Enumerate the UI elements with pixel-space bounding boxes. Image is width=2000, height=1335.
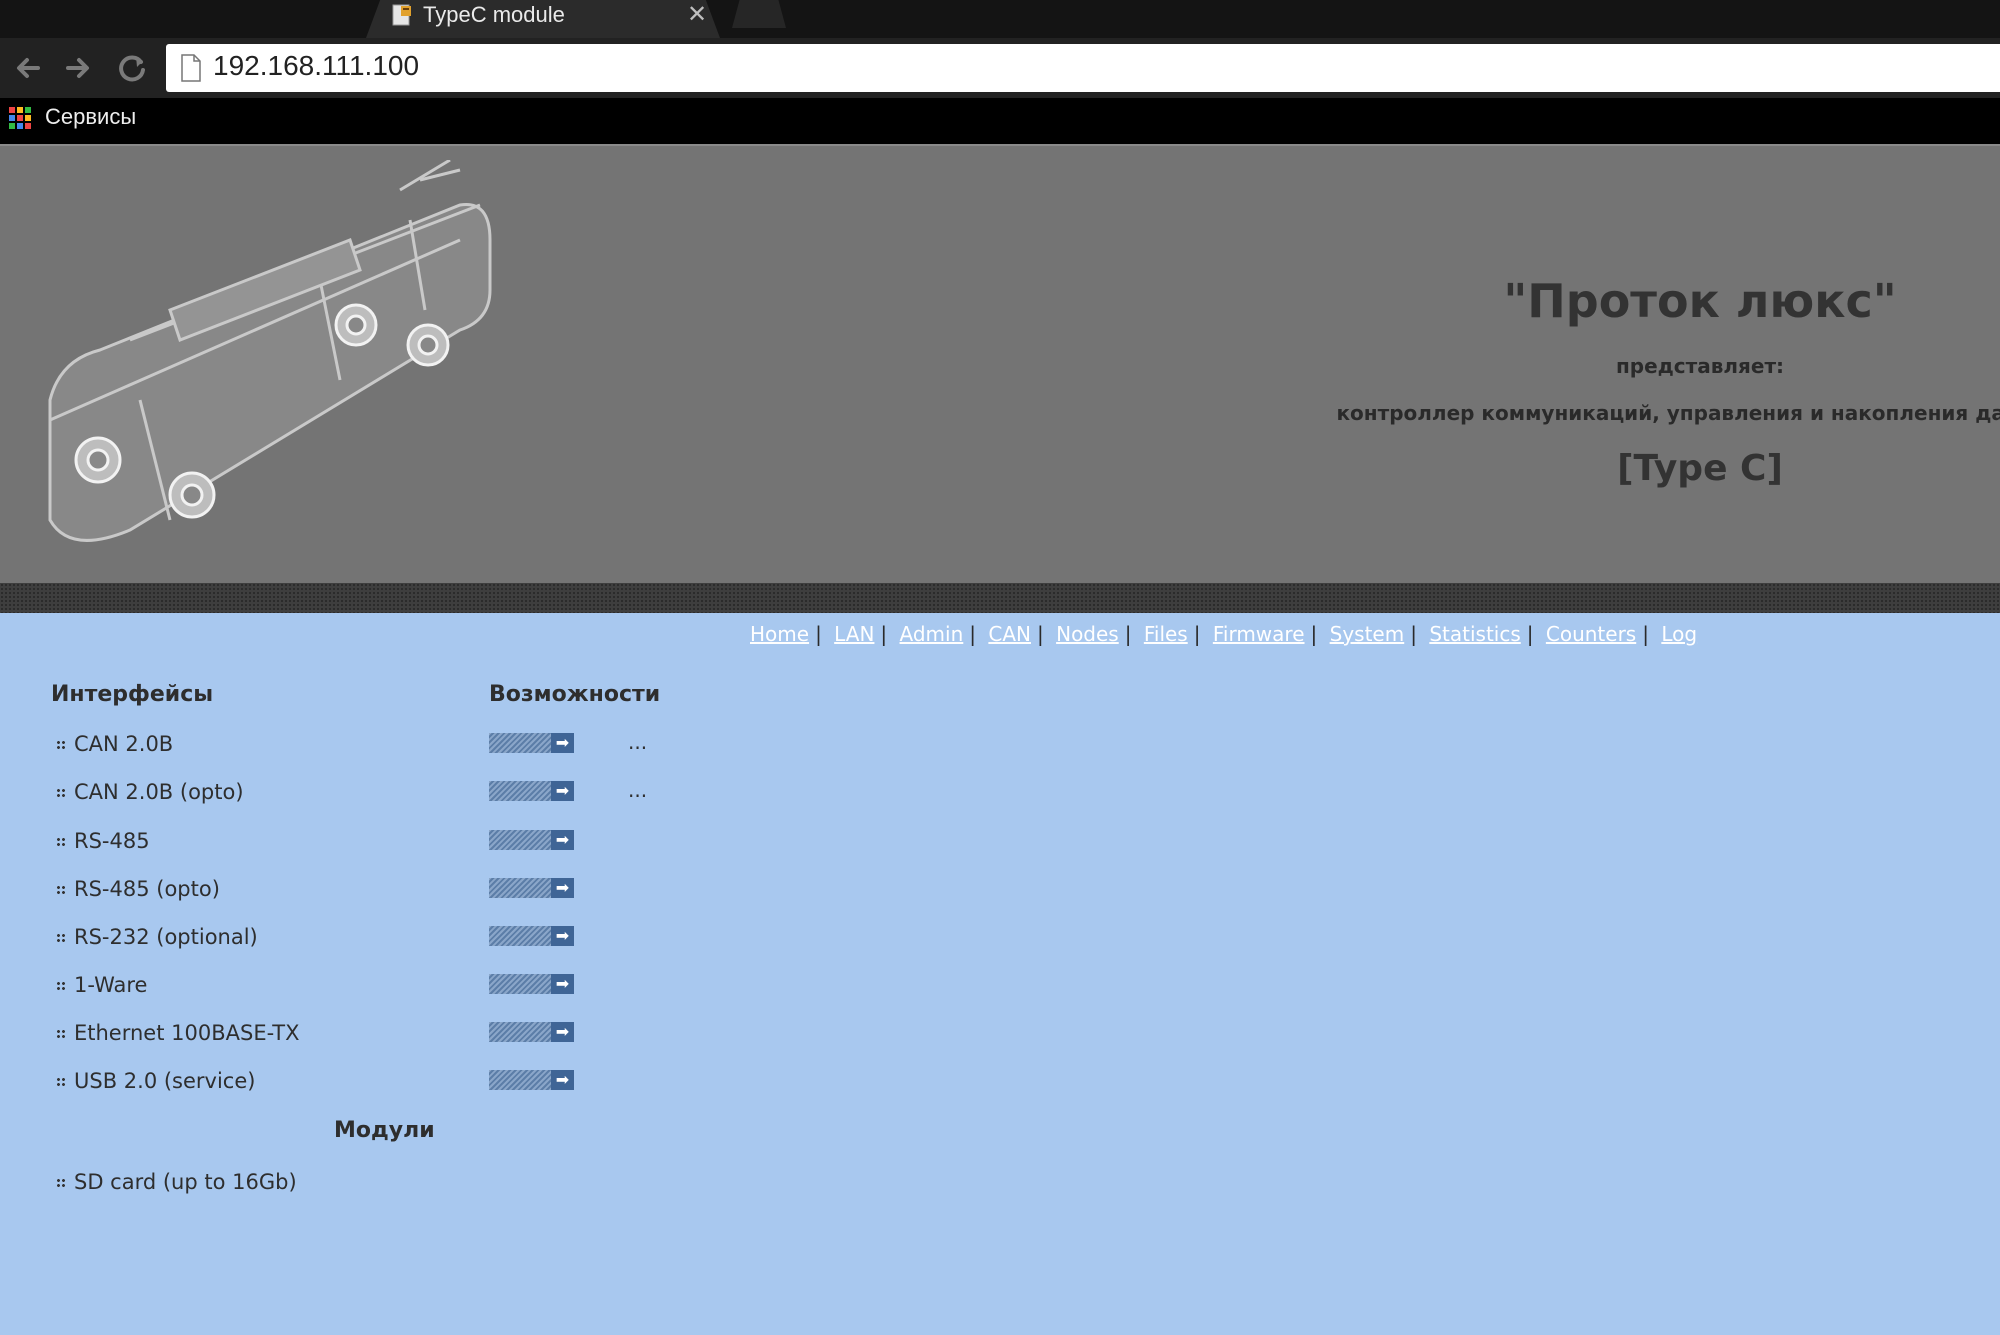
page-favicon-icon	[392, 4, 411, 26]
interface-label: RS-232 (optional)	[74, 925, 258, 949]
button-pattern	[489, 1022, 551, 1042]
nav-separator: |	[1642, 622, 1649, 646]
interface-go-button[interactable]: ➡	[489, 781, 574, 801]
nav-nodes[interactable]: Nodes	[1056, 622, 1119, 646]
nav-separator: |	[1193, 622, 1201, 646]
interface-item: RS-485 (opto)	[56, 877, 220, 907]
nav-separator: |	[1037, 622, 1044, 646]
interface-go-button[interactable]: ➡	[489, 926, 574, 946]
nav-lan[interactable]: LAN	[834, 622, 874, 646]
bullet-icon	[56, 981, 66, 991]
interface-go-button[interactable]: ➡	[489, 1022, 574, 1042]
nav-separator: |	[880, 622, 888, 646]
features-heading: Возможности	[489, 682, 661, 707]
back-arrow-icon[interactable]	[8, 48, 48, 88]
arrow-right-icon: ➡	[551, 878, 574, 898]
new-tab-button[interactable]	[732, 0, 786, 28]
url-text[interactable]: 192.168.111.100	[213, 50, 419, 82]
nav-log[interactable]: Log	[1661, 622, 1697, 646]
nav-files[interactable]: Files	[1144, 622, 1188, 646]
interface-label: USB 2.0 (service)	[74, 1069, 256, 1093]
button-pattern	[489, 733, 551, 753]
bullet-icon	[56, 933, 66, 943]
bullet-icon	[56, 740, 66, 750]
more-link[interactable]: ...	[628, 778, 647, 802]
button-pattern	[489, 926, 551, 946]
device-illustration	[48, 160, 492, 542]
nav-can[interactable]: CAN	[988, 622, 1031, 646]
nav-separator: |	[815, 622, 822, 646]
nav-counters[interactable]: Counters	[1546, 622, 1636, 646]
page-icon	[181, 54, 201, 82]
modules-heading: Модули	[334, 1118, 435, 1143]
button-pattern	[489, 878, 551, 898]
bullet-icon	[56, 1178, 66, 1188]
nav-separator: |	[1526, 622, 1534, 646]
arrow-right-icon: ➡	[551, 830, 574, 850]
interface-go-button[interactable]: ➡	[489, 733, 574, 753]
button-pattern	[489, 1070, 551, 1090]
button-pattern	[489, 781, 551, 801]
bookmark-services[interactable]: Сервисы	[45, 104, 136, 130]
module-label: SD card (up to 16Gb)	[74, 1170, 297, 1194]
bookmarks-bar	[0, 98, 2000, 144]
interface-label: CAN 2.0B	[74, 732, 174, 756]
interface-item: USB 2.0 (service)	[56, 1069, 255, 1099]
interfaces-heading: Интерфейсы	[51, 682, 214, 707]
address-bar[interactable]	[166, 44, 2000, 92]
interface-item: RS-485	[56, 829, 150, 859]
nav-home[interactable]: Home	[750, 622, 809, 646]
arrow-right-icon: ➡	[551, 974, 574, 994]
interface-go-button[interactable]: ➡	[489, 974, 574, 994]
brand-title: "Проток люкс"	[1503, 274, 1897, 328]
interface-go-button[interactable]: ➡	[489, 878, 574, 898]
tab-bar	[0, 0, 2000, 38]
apps-grid-icon[interactable]	[9, 107, 31, 129]
arrow-right-icon: ➡	[551, 733, 574, 753]
interface-item: CAN 2.0B	[56, 732, 173, 762]
header-divider	[0, 583, 2000, 613]
bullet-icon	[56, 788, 66, 798]
button-pattern	[489, 830, 551, 850]
arrow-right-icon: ➡	[551, 926, 574, 946]
brand-description: контроллер коммуникаций, управления и на…	[1336, 401, 2000, 425]
interface-item: 1-Ware	[56, 973, 147, 1003]
nav-separator: |	[1310, 622, 1318, 646]
nav-separator: |	[1124, 622, 1132, 646]
nav-separator: |	[1410, 622, 1417, 646]
nav-statistics[interactable]: Statistics	[1429, 622, 1520, 646]
brand-model: [Type C]	[1617, 448, 1783, 489]
interface-label: CAN 2.0B (opto)	[74, 780, 244, 804]
tab-title: TypeC module	[423, 2, 565, 27]
main-nav: Home | LAN | Admin | CAN | Nodes | Files | Fir…	[750, 622, 1697, 646]
nav-admin[interactable]: Admin	[900, 622, 964, 646]
bullet-icon	[56, 837, 66, 847]
arrow-right-icon: ➡	[551, 1070, 574, 1090]
interface-label: Ethernet 100BASE-TX	[74, 1021, 300, 1045]
bullet-icon	[56, 1029, 66, 1039]
interface-go-button[interactable]: ➡	[489, 830, 574, 850]
nav-separator: |	[969, 622, 977, 646]
interface-label: RS-485 (opto)	[74, 877, 220, 901]
reload-icon[interactable]	[112, 48, 152, 88]
arrow-right-icon: ➡	[551, 1022, 574, 1042]
interface-label: 1-Ware	[74, 973, 148, 997]
bullet-icon	[56, 885, 66, 895]
button-pattern	[489, 974, 551, 994]
interface-label: RS-485	[74, 829, 150, 853]
interface-go-button[interactable]: ➡	[489, 1070, 574, 1090]
close-tab-icon[interactable]: ✕	[687, 0, 707, 28]
interface-item: CAN 2.0B (opto)	[56, 780, 244, 810]
interface-item: RS-232 (optional)	[56, 925, 258, 955]
forward-arrow-icon[interactable]	[58, 48, 98, 88]
interface-item: Ethernet 100BASE-TX	[56, 1021, 299, 1051]
more-link[interactable]: ...	[628, 730, 647, 754]
nav-system[interactable]: System	[1330, 622, 1405, 646]
brand-presents: представляет:	[1615, 354, 1785, 378]
nav-firmware[interactable]: Firmware	[1213, 622, 1305, 646]
module-item: SD card (up to 16Gb)	[56, 1170, 297, 1200]
arrow-right-icon: ➡	[551, 781, 574, 801]
bullet-icon	[56, 1077, 66, 1087]
